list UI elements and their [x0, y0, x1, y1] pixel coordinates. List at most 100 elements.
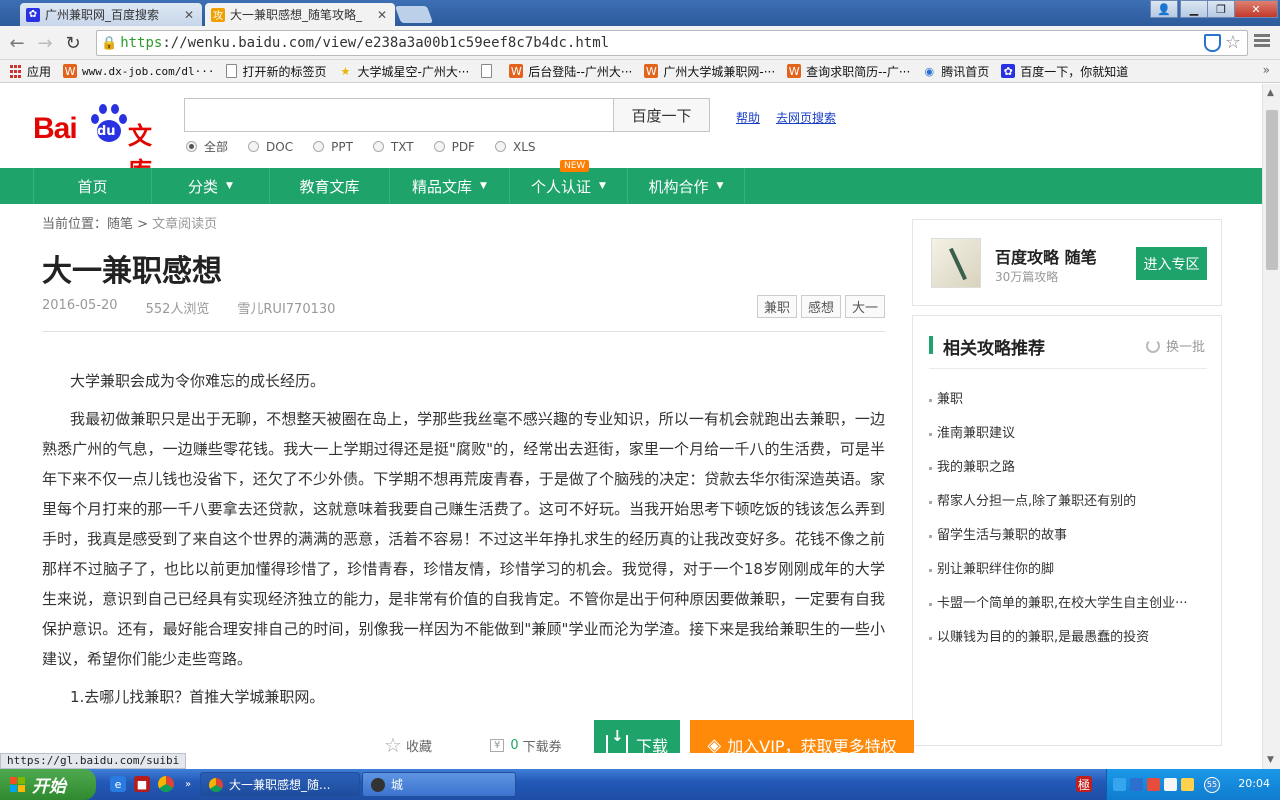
zone-card: 百度攻略 随笔 30万篇攻略 进入专区: [912, 219, 1222, 306]
scroll-down-icon[interactable]: ▼: [1267, 755, 1274, 765]
zone-name: 百度攻略 随笔: [995, 248, 1097, 267]
url-scheme: https: [120, 35, 163, 51]
bookmark-star-icon[interactable]: ☆: [1225, 32, 1241, 53]
clock: 20:04: [1238, 777, 1270, 790]
article-paragraph: 1.去哪儿找兼职？首推大学城兼职网。: [70, 688, 325, 706]
favorite-button[interactable]: ☆ 收藏: [380, 720, 436, 753]
divider: [42, 331, 885, 332]
filetype-pdf[interactable]: PDF: [433, 138, 475, 155]
lock-icon: 🔒: [101, 35, 118, 51]
taskbar-item-app[interactable]: 城: [362, 772, 516, 797]
radio-icon: [372, 141, 384, 152]
recommendations-title: 相关攻略推荐: [943, 339, 1045, 359]
download-button[interactable]: 下载: [594, 720, 680, 753]
recommendation-link[interactable]: 帮家人分担一点,除了兼职还有别的: [929, 485, 1207, 519]
help-link[interactable]: 帮助: [736, 109, 760, 126]
bookmark-resume[interactable]: W 查询求职简历--广···: [787, 63, 910, 80]
recommendation-link[interactable]: 兼职: [929, 383, 1207, 417]
network-icon[interactable]: [1130, 778, 1143, 791]
nav-home[interactable]: 首页: [33, 168, 151, 204]
shield-icon[interactable]: [1204, 34, 1221, 52]
media-icon[interactable]: ■: [134, 776, 150, 792]
recommendation-link[interactable]: 别让兼职绊住你的脚: [929, 553, 1207, 587]
article-author[interactable]: 雪儿RUI770130: [237, 298, 335, 317]
start-button[interactable]: 开始: [0, 769, 96, 800]
coupon-count: 0: [510, 737, 519, 753]
recommendation-link[interactable]: 留学生活与兼职的故事: [929, 519, 1207, 553]
address-bar[interactable]: 🔒 https://wenku.baidu.com/view/e238a3a00…: [96, 30, 1248, 56]
show-more-icon[interactable]: »: [180, 776, 196, 792]
wenku-logo[interactable]: Bai du 文库: [33, 104, 173, 185]
browser-tab-wenku[interactable]: 攻 大一兼职感想_随笔攻略_ ✕: [205, 3, 395, 26]
shield-tray-icon[interactable]: [1164, 778, 1177, 791]
breadcrumb-prefix[interactable]: 当前位置：随笔 >: [42, 217, 148, 232]
nav-org-coop[interactable]: 机构合作 ▼: [627, 168, 745, 204]
search-button[interactable]: 百度一下: [613, 98, 710, 132]
nav-education[interactable]: 教育文库: [269, 168, 389, 204]
tag[interactable]: 感想: [800, 295, 841, 318]
reload-icon[interactable]: ↻: [62, 32, 84, 54]
recommendation-link[interactable]: 我的兼职之路: [929, 451, 1207, 485]
filetype-all[interactable]: 全部: [186, 138, 228, 155]
bookmarks-overflow-icon[interactable]: »: [1263, 63, 1270, 77]
tray-badge[interactable]: 55: [1204, 776, 1220, 793]
window-close-button[interactable]: ✕: [1234, 0, 1278, 18]
enter-zone-button[interactable]: 进入专区: [1136, 247, 1207, 280]
filetype-label: TXT: [390, 139, 414, 154]
web-search-link[interactable]: 去网页搜索: [776, 109, 836, 126]
scrollbar-thumb[interactable]: [1266, 110, 1278, 270]
bookmark-blank[interactable]: [481, 64, 497, 78]
recommendation-link[interactable]: 卡盟一个简单的兼职,在校大学生自主创业···: [929, 587, 1207, 621]
search-input[interactable]: [184, 98, 614, 132]
chrome-icon: [209, 777, 223, 792]
back-arrow-icon[interactable]: ←: [6, 32, 28, 54]
filetype-ppt[interactable]: PPT: [313, 138, 353, 155]
menu-icon[interactable]: [1254, 32, 1270, 54]
scroll-up-icon[interactable]: ▲: [1267, 88, 1274, 98]
taskbar-item-chrome[interactable]: 大一兼职感想_随...: [200, 772, 360, 797]
browser-tab-baidu-search[interactable]: ✿ 广州兼职网_百度搜索 ✕: [20, 3, 202, 26]
recommendation-link[interactable]: 淮南兼职建议: [929, 417, 1207, 451]
join-vip-button[interactable]: ◈ 加入VIP，获取更多特权: [690, 720, 914, 753]
bookmark-apps[interactable]: 应用: [8, 63, 51, 80]
nav-category[interactable]: 分类 ▼: [151, 168, 269, 204]
filetype-doc[interactable]: DOC: [248, 138, 293, 155]
security-icon[interactable]: [1147, 778, 1160, 791]
forward-arrow-icon[interactable]: →: [34, 32, 56, 54]
vip-diamond-icon: ◈: [707, 734, 722, 754]
volume-icon[interactable]: [1181, 778, 1194, 791]
nav-premium[interactable]: 精品文库 ▼: [389, 168, 509, 204]
restore-button[interactable]: ❐: [1207, 0, 1235, 18]
bookmark-xingkong[interactable]: ★ 大学城星空-广州大···: [338, 63, 470, 80]
tab-close-icon[interactable]: ✕: [375, 8, 389, 22]
tag[interactable]: 兼职: [756, 295, 797, 318]
minimize-button[interactable]: ▁: [1180, 0, 1208, 18]
nav-personal-cert[interactable]: 个人认证 ▼: [509, 168, 627, 204]
bookmark-new-tab[interactable]: 打开新的标签页: [226, 63, 326, 80]
refresh-button[interactable]: 换一批: [1145, 336, 1205, 355]
page-scrollbar[interactable]: ▲ ▼: [1262, 84, 1280, 769]
tag[interactable]: 大一: [844, 295, 885, 318]
task-label: 城: [391, 778, 404, 792]
user-icon[interactable]: 👤: [1150, 0, 1178, 18]
tab-close-icon[interactable]: ✕: [182, 8, 196, 22]
ie-icon[interactable]: e: [110, 776, 126, 792]
baidu-icon: ✿: [1001, 64, 1016, 78]
chrome-icon[interactable]: [158, 776, 174, 792]
bookmark-gz-job[interactable]: W 广州大学城兼职网-···: [644, 63, 775, 80]
qq-tray-icon[interactable]: [1113, 778, 1126, 791]
new-tab-button[interactable]: [394, 6, 434, 23]
filetype-txt[interactable]: TXT: [372, 138, 414, 155]
coupon-info: ¥0 下载券: [486, 720, 566, 753]
bookmark-baidu[interactable]: ✿ 百度一下，你就知道: [1001, 63, 1128, 80]
ime-icon[interactable]: 極: [1076, 776, 1092, 792]
caret-down-icon: ▼: [480, 181, 487, 191]
recommendation-link[interactable]: 以赚钱为目的的兼职,是最愚蠢的投资: [929, 621, 1207, 655]
bookmark-label: 广州大学城兼职网-···: [663, 64, 776, 79]
bookmark-dxjob[interactable]: W www.dx-job.com/dl···: [63, 64, 214, 78]
bookmark-admin-login[interactable]: W 后台登陆--广州大···: [509, 63, 632, 80]
radio-icon: [313, 141, 325, 152]
filetype-xls[interactable]: XLS: [494, 138, 536, 155]
nav-label: 分类: [188, 177, 219, 196]
bookmark-qq[interactable]: ◉ 腾讯首页: [922, 63, 989, 80]
